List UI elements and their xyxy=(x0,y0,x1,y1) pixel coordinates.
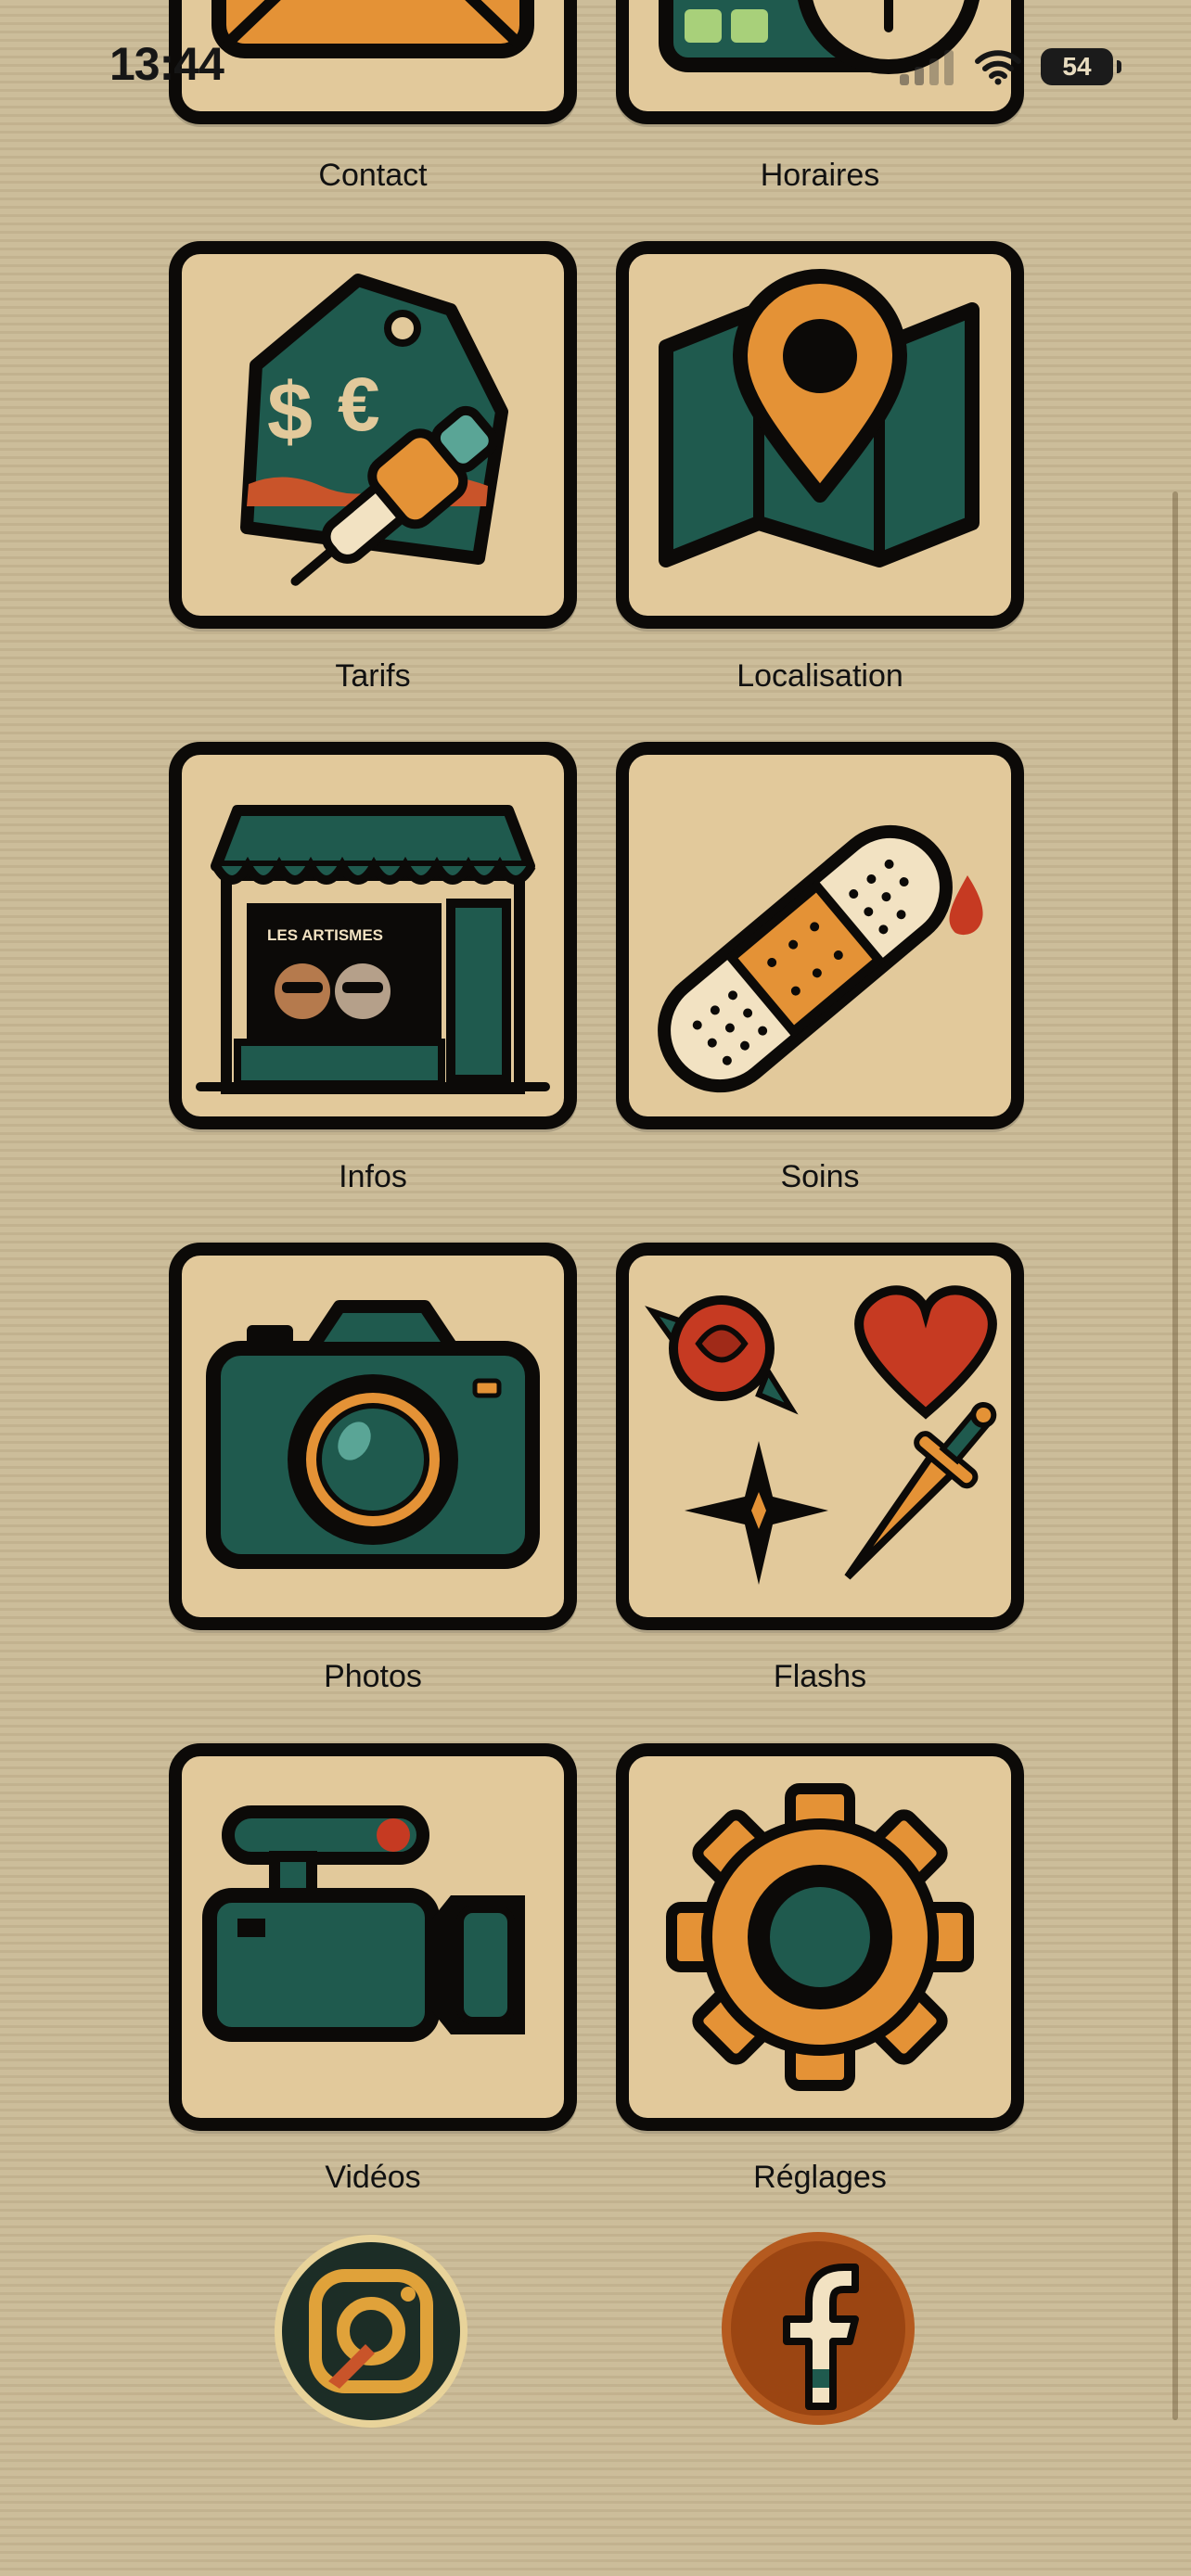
flash-designs-icon xyxy=(645,1285,997,1585)
status-icons: 54 xyxy=(898,46,1121,87)
tile-label-reglages: Réglages xyxy=(753,2160,887,2195)
tile-label-horaires: Horaires xyxy=(760,158,880,193)
rose-icon xyxy=(645,1295,799,1415)
tarifs-tile[interactable]: $ € xyxy=(169,241,577,629)
price-tag-tattoo-machine-icon: $ € xyxy=(240,274,508,586)
tile-label-infos: Infos xyxy=(339,1159,407,1194)
map-pin-icon xyxy=(659,269,980,567)
video-camera-icon xyxy=(202,1805,525,2042)
tile-label-soins: Soins xyxy=(780,1159,860,1194)
videos-tile[interactable] xyxy=(169,1743,577,2131)
photos-tile[interactable] xyxy=(169,1243,577,1630)
scrollbar[interactable] xyxy=(1172,491,1178,2420)
flashs-tile[interactable] xyxy=(616,1243,1024,1630)
tile-label-videos: Vidéos xyxy=(325,2160,421,2195)
battery-level: 54 xyxy=(1062,52,1092,81)
tile-label-photos: Photos xyxy=(324,1659,422,1694)
battery-indicator: 54 xyxy=(1041,48,1121,85)
facebook-button[interactable] xyxy=(720,2230,916,2427)
infos-tile[interactable]: LES ARTISMES xyxy=(169,742,577,1129)
shop-sign-text: LES ARTISMES xyxy=(267,926,383,944)
heart-icon xyxy=(854,1285,997,1420)
tile-label-localisation: Localisation xyxy=(736,658,903,694)
tile-label-flashs: Flashs xyxy=(773,1659,867,1694)
tattoo-shop-icon: LES ARTISMES xyxy=(196,805,550,1094)
localisation-tile[interactable] xyxy=(616,241,1024,629)
status-bar: 13:44 54 xyxy=(0,0,1191,130)
instagram-icon xyxy=(275,2235,467,2428)
bandage-icon xyxy=(658,824,983,1093)
tile-label-contact: Contact xyxy=(318,158,428,193)
svg-text:€: € xyxy=(338,363,380,447)
facebook-icon xyxy=(722,2232,915,2425)
wifi-icon xyxy=(975,50,1021,85)
instagram-button[interactable] xyxy=(273,2233,469,2429)
dagger-icon xyxy=(844,1401,997,1580)
tile-label-tarifs: Tarifs xyxy=(335,658,411,694)
soins-tile[interactable] xyxy=(616,742,1024,1129)
camera-icon xyxy=(206,1300,540,1569)
gear-icon xyxy=(666,1783,974,2091)
reglages-tile[interactable] xyxy=(616,1743,1024,2131)
status-time: 13:44 xyxy=(109,38,224,90)
cellular-signal-icon xyxy=(900,50,954,85)
svg-text:$: $ xyxy=(267,365,313,457)
